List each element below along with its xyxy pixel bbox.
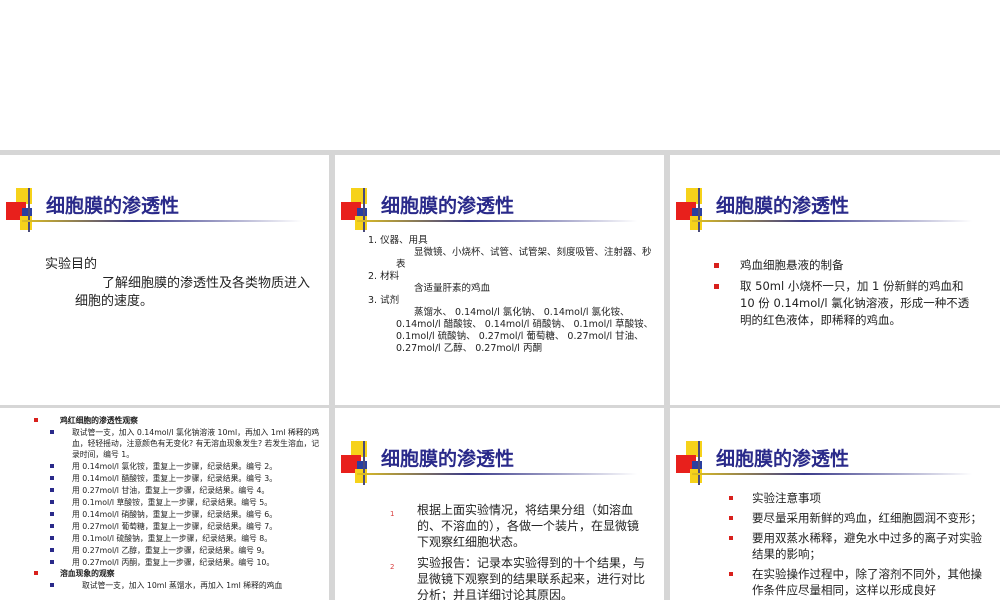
level2-item: 用 0.14mol/l 醋酸铵，重复上一步骤，纪录结果。编号 3。 xyxy=(30,473,320,484)
list-item: 实验注意事项 xyxy=(725,490,985,506)
level2-item: 用 0.27mol/l 乙醇，重复上一步骤，纪录结果。编号 9。 xyxy=(30,545,320,556)
section-label: 1. 仪器、用具 xyxy=(368,235,428,246)
level2-item: 取试管一支，加入 10ml 蒸馏水，再加入 1ml 稀释的鸡血 xyxy=(30,580,320,591)
slide-thumbnail-4[interactable]: 鸡红细胞的渗透性观察 取试管一支，加入 0.14mol/l 氯化钠溶液 10ml… xyxy=(0,408,329,600)
title-rule xyxy=(357,473,637,475)
slide-title: 细胞膜的渗透性 xyxy=(716,195,850,217)
level2-item: 用 0.14mol/l 硝酸钠，重复上一步骤，纪录结果。编号 6。 xyxy=(30,509,320,520)
slide-thumbnail-2[interactable]: 细胞膜的渗透性 1. 仪器、用具 显微镜、小烧杯、试管、试管架、刻度吸管、注射器… xyxy=(335,155,664,405)
level1-item: 鸡红细胞的渗透性观察 xyxy=(30,415,320,426)
list-item: 2 实验报告：记录本实验得到的十个结果，与显微镜下观察到的结果联系起来，进行对比… xyxy=(390,555,650,600)
level2-item: 用 0.27mol/l 丙酮，重复上一步骤，纪录结果。编号 10。 xyxy=(30,557,320,568)
list-item: 要用双蒸水稀释，避免水中过多的离子对实验结果的影响； xyxy=(725,530,985,562)
list-item: 鸡血细胞悬液的制备 xyxy=(710,257,980,274)
list-item: 取 50ml 小烧杯一只，加 1 份新鲜的鸡血和 10 份 0.14mol/l … xyxy=(710,278,980,329)
section-heading: 实验目的 xyxy=(45,257,98,272)
item-text: 根据上面实验情况，将结果分组（如溶血的、不溶血的），各做一个装片，在显微镜下观察… xyxy=(417,503,640,549)
slide-thumbnail-5[interactable]: 细胞膜的渗透性 1 根据上面实验情况，将结果分组（如溶血的、不溶血的），各做一个… xyxy=(335,408,664,600)
level2-item: 用 0.1mol/l 硫酸钠，重复上一步骤，纪录结果。编号 8。 xyxy=(30,533,320,544)
section-text: 显微镜、小烧杯、试管、试管架、刻度吸管、注射器、秒表 xyxy=(396,247,652,270)
title-rule xyxy=(692,220,972,222)
list-item: 1 根据上面实验情况，将结果分组（如溶血的、不溶血的），各做一个装片，在显微镜下… xyxy=(390,502,650,550)
list-item: 要尽量采用新鲜的鸡血，红细胞圆润不变形； xyxy=(725,510,985,526)
level2-item: 用 0.27mol/l 葡萄糖，重复上一步骤，纪录结果。编号 7。 xyxy=(30,521,320,532)
level2-item: 取试管一支，加入 0.14mol/l 氯化钠溶液 10ml，再加入 1ml 稀释… xyxy=(30,427,320,460)
slide-thumbnail-3[interactable]: 细胞膜的渗透性 鸡血细胞悬液的制备 取 50ml 小烧杯一只，加 1 份新鲜的鸡… xyxy=(670,155,1000,405)
slide-logo-icon xyxy=(341,188,383,232)
slide-logo-icon xyxy=(676,441,718,485)
slide-logo-icon xyxy=(341,441,383,485)
section-text: 含适量肝素的鸡血 xyxy=(414,283,491,294)
level2-item: 用 0.1mol/l 草酸铵，重复上一步骤，纪录结果。编号 5。 xyxy=(30,497,320,508)
slide-title: 细胞膜的渗透性 xyxy=(381,448,515,470)
title-rule xyxy=(357,220,637,222)
item-number: 1 xyxy=(390,510,395,518)
level2-item: 用 0.27mol/l 甘油，重复上一步骤，纪录结果。编号 4。 xyxy=(30,485,320,496)
slide-body: 1. 仪器、用具 显微镜、小烧杯、试管、试管架、刻度吸管、注射器、秒表 2. 材… xyxy=(368,235,658,355)
slide-title: 细胞膜的渗透性 xyxy=(716,448,850,470)
body-paragraph: 了解细胞膜的渗透性及各类物质进入细胞的速度。 xyxy=(75,276,311,309)
item-text: 实验报告：记录本实验得到的十个结果，与显微镜下观察到的结果联系起来，进行对比分析… xyxy=(417,556,646,600)
level2-item: 用 0.14mol/l 氯化铵，重复上一步骤，纪录结果。编号 2。 xyxy=(30,461,320,472)
section-label: 2. 材料 xyxy=(368,271,400,282)
section-label: 3. 试剂 xyxy=(368,295,400,306)
slide-title: 细胞膜的渗透性 xyxy=(46,195,180,217)
title-rule xyxy=(22,220,302,222)
slide-sorter-grid: 细胞膜的渗透性 实验目的 了解细胞膜的渗透性及各类物质进入细胞的速度。 细胞膜的… xyxy=(0,150,1000,600)
bullet-list: 实验注意事项 要尽量采用新鲜的鸡血，红细胞圆润不变形； 要用双蒸水稀释，避免水中… xyxy=(725,490,985,600)
numbered-list: 1 根据上面实验情况，将结果分组（如溶血的、不溶血的），各做一个装片，在显微镜下… xyxy=(390,502,650,600)
slide-title: 细胞膜的渗透性 xyxy=(381,195,515,217)
item-number: 2 xyxy=(390,563,395,571)
top-blank-area xyxy=(0,0,1000,150)
slide-thumbnail-6[interactable]: 细胞膜的渗透性 实验注意事项 要尽量采用新鲜的鸡血，红细胞圆润不变形； 要用双蒸… xyxy=(670,408,1000,600)
slide-body: 鸡红细胞的渗透性观察 取试管一支，加入 0.14mol/l 氯化钠溶液 10ml… xyxy=(30,415,320,591)
title-rule xyxy=(692,473,972,475)
list-item: 在实验操作过程中，除了溶剂不同外，其他操作条件应尽量相同，这样以形成良好 xyxy=(725,566,985,598)
bullet-list: 鸡血细胞悬液的制备 取 50ml 小烧杯一只，加 1 份新鲜的鸡血和 10 份 … xyxy=(710,257,980,333)
slide-logo-icon xyxy=(676,188,718,232)
level1-item: 溶血现象的观察 xyxy=(30,568,320,579)
slide-thumbnail-1[interactable]: 细胞膜的渗透性 实验目的 了解细胞膜的渗透性及各类物质进入细胞的速度。 xyxy=(0,155,329,405)
section-text: 蒸馏水、 0.14mol/l 氯化钠、 0.14mol/l 氯化铵、 0.14m… xyxy=(396,307,654,354)
slide-logo-icon xyxy=(6,188,48,232)
